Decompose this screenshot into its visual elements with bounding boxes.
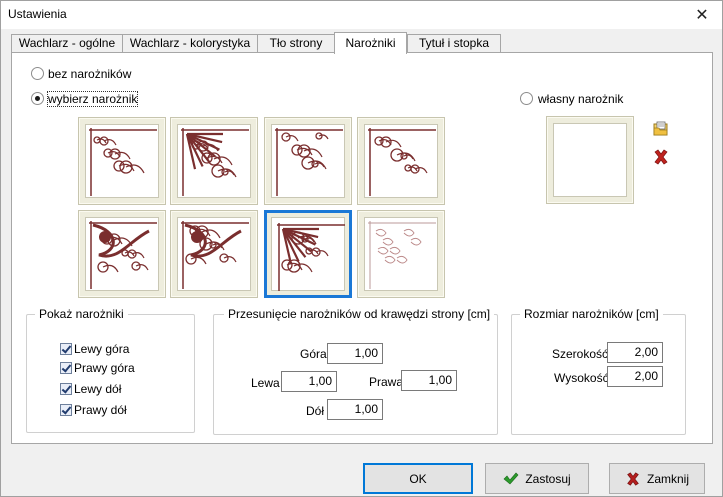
- radio-no-corners-label: bez narożników: [48, 67, 132, 81]
- corner-thumbnail[interactable]: [78, 117, 166, 205]
- radio-custom-corner-label: własny narożnik: [538, 92, 624, 106]
- window-title: Ustawienia: [8, 7, 67, 21]
- width-input[interactable]: 2,00: [607, 342, 663, 363]
- corners-tab-panel: bez narożników wybierz narożnik własny n…: [11, 52, 713, 444]
- checkmark-icon: [503, 471, 519, 487]
- apply-button-label: Zastosuj: [525, 471, 571, 486]
- radio-no-corners[interactable]: [31, 67, 44, 80]
- checkbox-top-left[interactable]: [60, 343, 72, 355]
- offset-left-label: Lewa: [251, 376, 280, 390]
- width-label: Szerokość: [552, 347, 609, 361]
- title-bar: Ustawienia ✕: [1, 1, 722, 29]
- settings-window: Ustawienia ✕ Wachlarz - ogólne Wachlarz …: [0, 0, 723, 497]
- tab-tlo-strony[interactable]: Tło strony: [257, 34, 335, 53]
- offset-bottom-label: Dół: [306, 404, 325, 418]
- apply-button[interactable]: Zastosuj: [485, 463, 589, 494]
- corner-ornament-image: [89, 128, 157, 196]
- offset-group: Przesunięcie narożników od krawędzi stro…: [213, 307, 498, 435]
- offset-top-input[interactable]: 1,00: [327, 343, 383, 364]
- corner-ornament-image: [277, 223, 345, 291]
- offset-top-label: Góra: [300, 347, 327, 361]
- offset-group-title: Przesunięcie narożników od krawędzi stro…: [224, 307, 495, 321]
- corner-ornament-image: [368, 221, 436, 289]
- show-corners-group: Pokaż narożniki Lewy góra Prawy góra Lew…: [26, 307, 195, 433]
- custom-corner-preview[interactable]: [546, 116, 634, 204]
- offset-right-label: Prawa: [369, 375, 404, 389]
- corner-thumbnail[interactable]: [264, 210, 352, 298]
- close-button-label: Zamknij: [646, 471, 689, 486]
- red-x-delete-icon: [654, 149, 668, 165]
- checkbox-top-right[interactable]: [60, 362, 72, 374]
- tab-wachlarz-kolorystyka[interactable]: Wachlarz - kolorystyka: [122, 34, 258, 53]
- corner-ornament-image: [275, 128, 343, 196]
- corner-thumbnail[interactable]: [357, 210, 445, 298]
- checkbox-bottom-left[interactable]: [60, 383, 72, 395]
- checkbox-bottom-right-label: Prawy dół: [74, 403, 127, 417]
- ok-button-label: OK: [409, 471, 427, 486]
- radio-custom-corner[interactable]: [520, 92, 533, 105]
- checkbox-top-right-label: Prawy góra: [74, 361, 135, 375]
- height-label: Wysokość: [554, 371, 609, 385]
- corner-thumbnail[interactable]: [78, 210, 166, 298]
- size-group: Rozmiar narożników [cm] Szerokość 2,00 W…: [511, 307, 686, 435]
- tab-narozniki[interactable]: Narożniki: [334, 32, 407, 54]
- corner-thumbnail[interactable]: [170, 210, 258, 298]
- corner-thumbnail[interactable]: [170, 117, 258, 205]
- tab-wachlarz-ogolne[interactable]: Wachlarz - ogólne: [11, 34, 123, 53]
- offset-left-input[interactable]: 1,00: [281, 371, 337, 392]
- folder-load-icon: [653, 121, 668, 136]
- checkbox-bottom-right[interactable]: [60, 404, 72, 416]
- close-icon: ✕: [695, 7, 709, 24]
- corner-thumbnail[interactable]: [264, 117, 352, 205]
- red-x-icon: [625, 471, 641, 487]
- offset-right-input[interactable]: 1,00: [401, 370, 457, 391]
- corner-ornament-image: [181, 128, 249, 196]
- show-corners-group-title: Pokaż narożniki: [35, 307, 128, 321]
- corner-ornament-image: [181, 221, 249, 289]
- corner-ornament-image: [368, 128, 436, 196]
- radio-choose-corner[interactable]: [31, 92, 44, 105]
- size-group-title: Rozmiar narożników [cm]: [520, 307, 663, 321]
- window-close-button[interactable]: ✕: [682, 1, 722, 29]
- ok-button[interactable]: OK: [363, 463, 473, 494]
- corner-ornament-image: [89, 221, 157, 289]
- checkbox-top-left-label: Lewy góra: [74, 342, 130, 356]
- delete-corner-button[interactable]: [652, 148, 670, 166]
- radio-choose-corner-label: wybierz narożnik: [46, 91, 139, 107]
- load-corner-button[interactable]: [652, 120, 670, 138]
- offset-bottom-input[interactable]: 1,00: [327, 399, 383, 420]
- corner-thumbnail[interactable]: [357, 117, 445, 205]
- tab-tytul-i-stopka[interactable]: Tytuł i stopka: [407, 34, 501, 53]
- height-input[interactable]: 2,00: [607, 366, 663, 387]
- checkbox-bottom-left-label: Lewy dół: [74, 382, 122, 396]
- close-button[interactable]: Zamknij: [609, 463, 705, 494]
